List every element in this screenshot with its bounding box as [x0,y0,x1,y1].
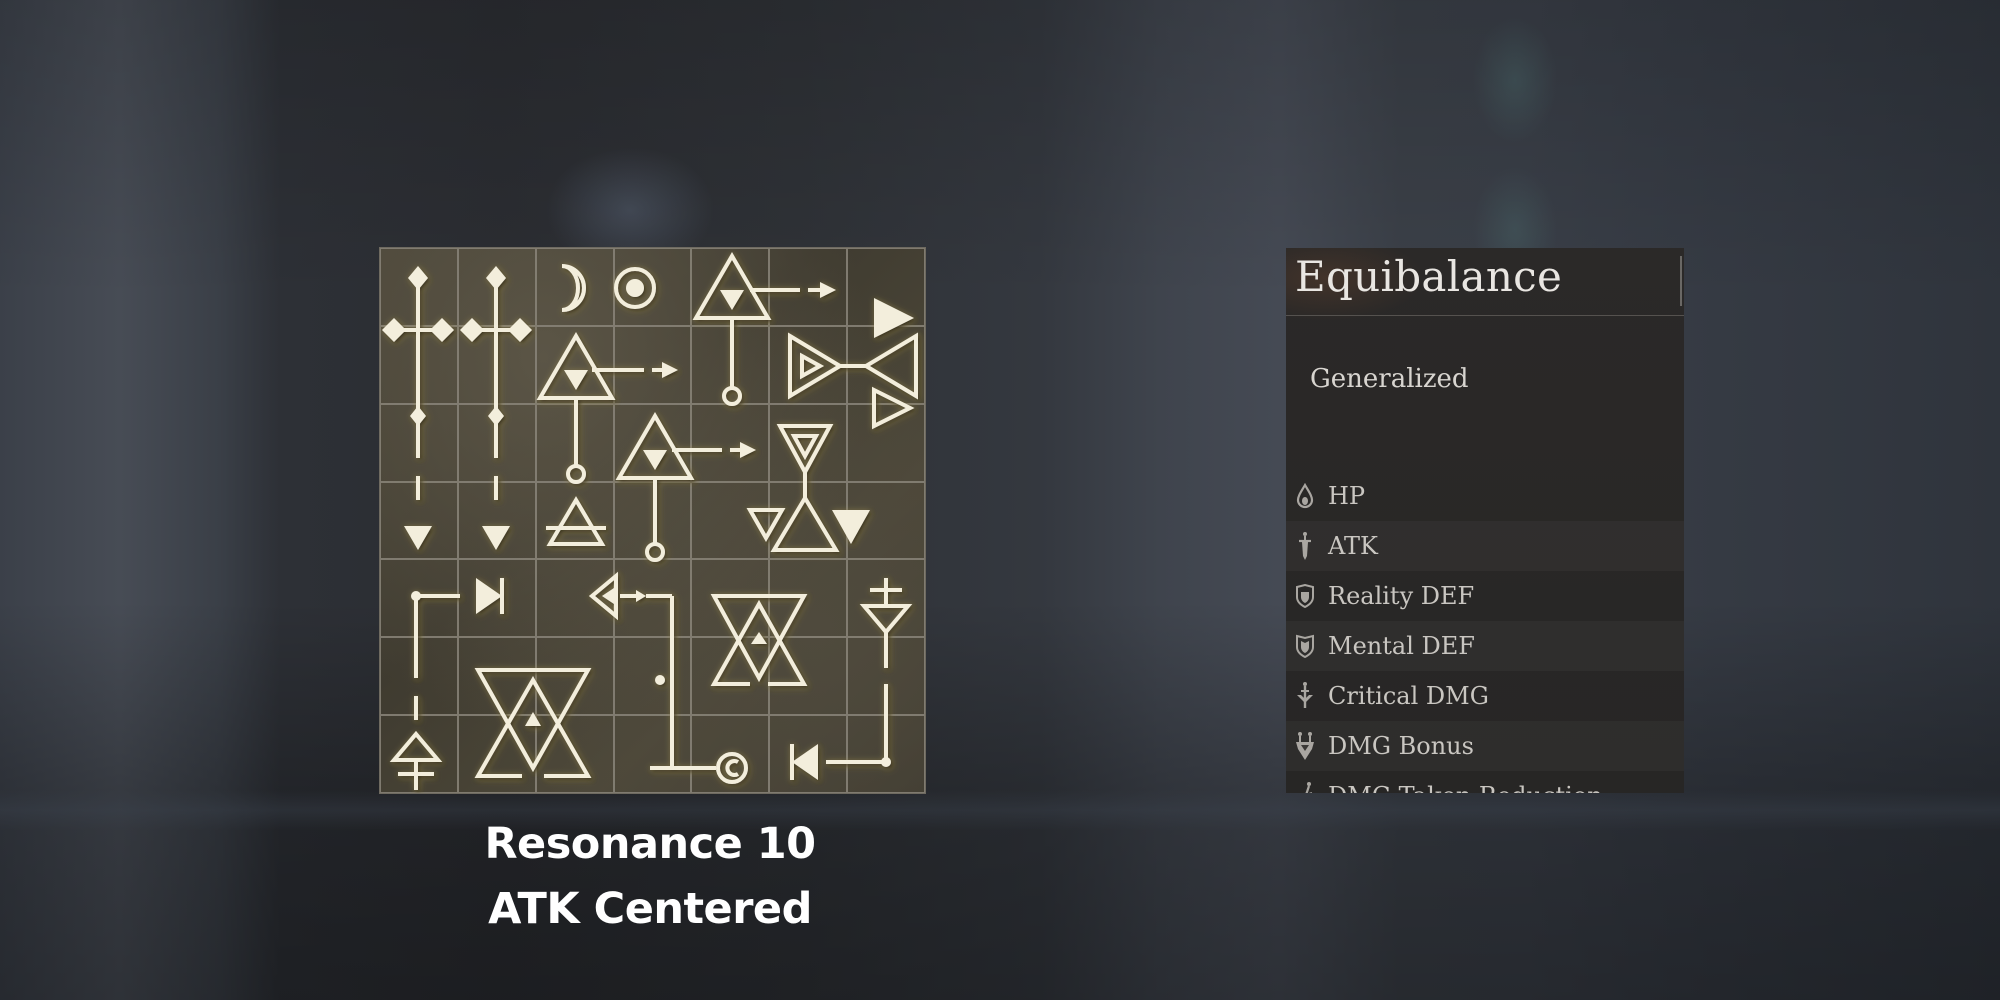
panel-title: Equibalance [1295,252,1563,301]
stat-label: HP [1328,482,1366,510]
stat-row-critical-dmg: Critical DMG [1286,671,1684,721]
piece-hexagram-right[interactable] [710,594,808,686]
shield-icon [1292,581,1318,611]
piece-cross-sword-right[interactable] [460,266,532,550]
stat-row-dmg-bonus: DMG Bonus [1286,721,1684,771]
sword-icon [1292,531,1318,561]
mental-shield-icon [1292,631,1318,661]
stat-row-atk: ATK [1286,521,1684,571]
piece-crescent-circle[interactable] [561,264,656,312]
stat-row-dmg-taken-reduction: DMG Taken Reduction [1286,771,1684,793]
caption-line-resonance: Resonance 10 [484,819,816,869]
stat-label: Mental DEF [1328,632,1475,660]
stat-row-hp: HP [1286,471,1684,521]
piece-cross-sword-left[interactable] [382,266,454,550]
stat-label: DMG Bonus [1328,732,1474,760]
stat-label: DMG Taken Reduction [1328,782,1603,793]
stat-label: Critical DMG [1328,682,1489,710]
piece-circuit-right[interactable] [790,578,913,780]
piece-circuit-middle[interactable] [588,571,748,784]
panel-divider [1286,315,1684,316]
stat-row-mental-def: Mental DEF [1286,621,1684,671]
dmg-bonus-icon [1292,731,1318,761]
piece-triforce-arrow-low[interactable] [615,412,756,562]
piece-bowtie[interactable] [788,298,918,430]
dmg-reduction-icon [1292,781,1318,793]
resonance-grid [380,248,925,793]
stat-row-reality-def: Reality DEF [1286,571,1684,621]
background-band [0,790,2000,830]
build-caption: Resonance 10 ATK Centered [440,812,860,942]
panel-subtitle: Generalized [1310,364,1469,394]
critical-icon [1292,681,1318,711]
piece-alchemy-triangle[interactable] [546,496,606,546]
stat-label: Reality DEF [1328,582,1475,610]
drop-icon [1292,481,1318,511]
background-shade [0,0,2000,1000]
piece-hexagram-left[interactable] [474,668,592,778]
stat-label: ATK [1328,532,1378,560]
stats-panel: Equibalance Generalized HP ATK Reality D… [1286,248,1684,793]
panel-edge-marker [1680,256,1682,306]
caption-line-focus: ATK Centered [488,884,812,934]
resonance-grid-svg [380,248,925,793]
